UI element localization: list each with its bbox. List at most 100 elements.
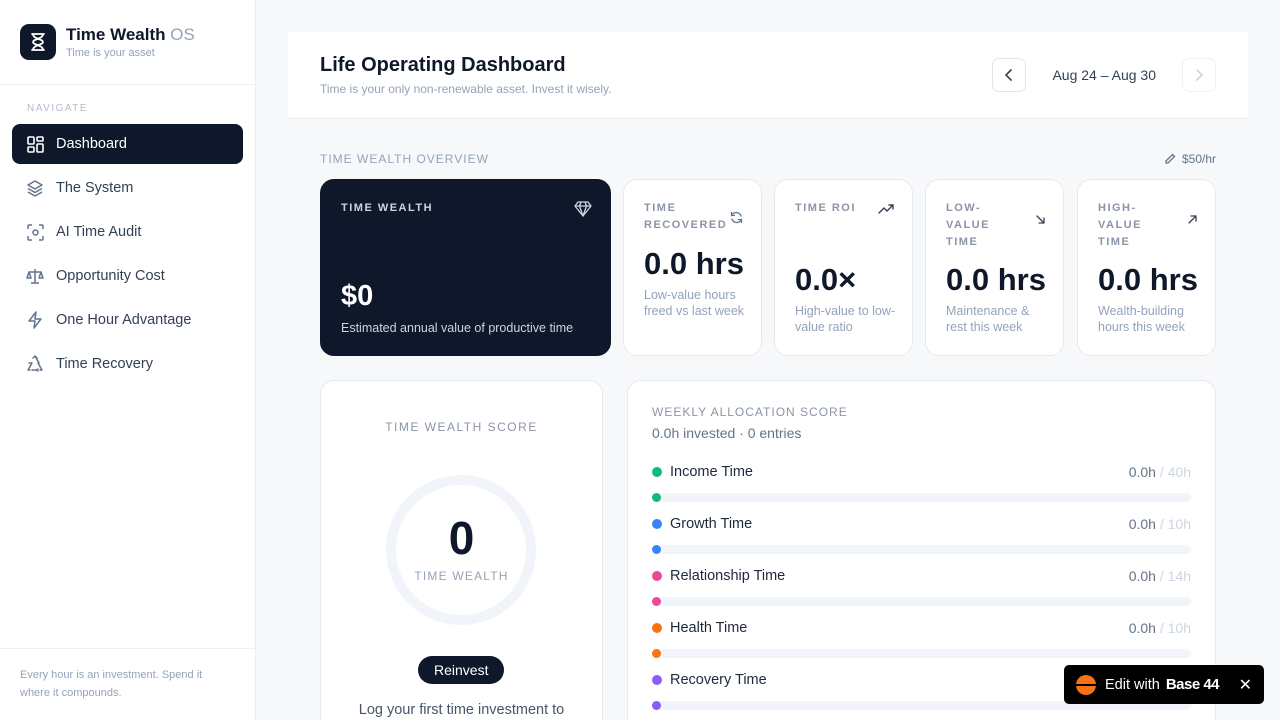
allocation-name: Recovery Time (670, 672, 767, 688)
color-dot (652, 571, 662, 581)
color-dot (652, 623, 662, 633)
sidebar-nav: Dashboard The System AI Time Audit Oppor… (0, 124, 255, 384)
scale-icon (26, 267, 44, 285)
layers-icon (26, 179, 44, 197)
card-description: Maintenance & rest this week (946, 304, 1030, 334)
card-label: TIME WEALTH (341, 202, 434, 214)
allocation-bar (652, 597, 1191, 606)
date-range: Aug 24 – Aug 30 (1052, 67, 1156, 83)
base44-logo-icon (1076, 674, 1096, 695)
chevron-right-icon (1196, 69, 1203, 81)
sidebar-item-time-recovery[interactable]: Time Recovery (12, 344, 243, 384)
page-header: Life Operating Dashboard Time is your on… (288, 32, 1248, 119)
score-title: TIME WEALTH SCORE (385, 420, 538, 434)
brand[interactable]: Time Wealth OS Time is your asset (0, 0, 255, 85)
card-value: 0.0× (795, 262, 857, 297)
card-value: 0.0 hrs (946, 262, 1046, 297)
allocation-goal: / 10h (1155, 620, 1191, 636)
edit-with-base44-badge[interactable]: Edit with Base 44 ✕ (1064, 665, 1264, 704)
allocation-name: Health Time (670, 620, 748, 636)
card-description: Low-value hours freed vs last week (644, 288, 745, 318)
allocation-bar (652, 545, 1191, 554)
recycle-icon (26, 355, 44, 373)
sidebar-item-one-hour-advantage[interactable]: One Hour Advantage (12, 300, 243, 340)
arrow-down-right-icon (1036, 211, 1045, 229)
sidebar-item-ai-time-audit[interactable]: AI Time Audit (12, 212, 243, 252)
card-description: Estimated annual value of productive tim… (341, 321, 574, 335)
allocation-row-income: Income Time 0.0h / 40h (652, 464, 1191, 504)
color-dot (652, 467, 662, 477)
card-value: 0.0 hrs (1098, 262, 1198, 297)
allocation-name: Relationship Time (670, 568, 786, 584)
allocation-name: Income Time (670, 464, 753, 480)
pencil-icon (1165, 153, 1176, 164)
card-label: TIME RECOVERED (644, 202, 728, 231)
card-label: LOW-VALUE TIME (946, 202, 990, 248)
chevron-left-icon (1005, 69, 1013, 81)
scan-icon (26, 223, 44, 241)
card-value: $0 (341, 280, 374, 312)
badge-prefix: Edit with (1105, 676, 1160, 693)
allocation-hours: 0.0h (1128, 568, 1156, 584)
allocation-bar (652, 493, 1191, 502)
sidebar: Time Wealth OS Time is your asset NAVIGA… (0, 0, 256, 720)
badge-brand: Base 44 (1165, 676, 1220, 693)
brand-name: Time Wealth OS (66, 25, 195, 44)
grid-icon (26, 135, 44, 153)
next-week-button[interactable] (1182, 58, 1216, 92)
allocation-name: Growth Time (670, 516, 753, 532)
low-value-time-card: LOW-VALUE TIME 0.0 hrs Maintenance & res… (925, 179, 1064, 356)
allocation-hours: 0.0h (1128, 516, 1156, 532)
brand-tagline: Time is your asset (66, 47, 155, 59)
sidebar-item-opportunity-cost[interactable]: Opportunity Cost (12, 256, 243, 296)
sidebar-item-label: The System (56, 180, 134, 196)
time-recovered-card: TIME RECOVERED 0.0 hrs Low-value hours f… (623, 179, 762, 356)
sidebar-footer: Every hour is an investment. Spend it wh… (0, 648, 255, 720)
sidebar-item-label: Dashboard (56, 136, 127, 152)
card-description: High-value to low-value ratio (795, 304, 896, 334)
score-hint: Log your first time investment to (358, 702, 565, 718)
hourly-rate-edit[interactable]: $50/hr (1164, 152, 1216, 166)
sidebar-item-dashboard[interactable]: Dashboard (12, 124, 243, 164)
hourglass-icon (20, 24, 56, 60)
card-description: Wealth-building hours this week (1098, 304, 1185, 334)
allocation-subtitle: 0.0h invested · 0 entries (652, 425, 802, 441)
close-icon[interactable]: ✕ (1239, 675, 1252, 695)
allocation-row-growth: Growth Time 0.0h / 10h (652, 516, 1191, 556)
main-content: Life Operating Dashboard Time is your on… (256, 0, 1280, 720)
allocation-row-health: Health Time 0.0h / 10h (652, 620, 1191, 660)
date-navigator: Aug 24 – Aug 30 (992, 58, 1216, 92)
sidebar-item-label: Opportunity Cost (56, 268, 165, 284)
time-wealth-score-panel: TIME WEALTH SCORE 0 TIME WEALTH Reinvest… (320, 380, 603, 720)
allocation-goal: / 10h (1155, 516, 1191, 532)
time-roi-card: TIME ROI 0.0× High-value to low-value ra… (774, 179, 913, 356)
high-value-time-card: HIGH-VALUE TIME 0.0 hrs Wealth-building … (1077, 179, 1216, 356)
diamond-icon (574, 201, 592, 222)
card-label: HIGH-VALUE TIME (1098, 202, 1142, 248)
sidebar-item-label: AI Time Audit (56, 224, 142, 240)
reinvest-button[interactable]: Reinvest (418, 656, 505, 684)
zap-icon (26, 311, 44, 329)
card-value: 0.0 hrs (644, 246, 744, 281)
score-unit: TIME WEALTH (414, 569, 509, 583)
arrow-up-right-icon (1188, 211, 1197, 229)
previous-week-button[interactable] (992, 58, 1027, 92)
allocation-hours: 0.0h (1128, 464, 1156, 480)
allocation-bar (652, 649, 1191, 658)
allocation-goal: / 40h (1155, 464, 1191, 480)
allocation-title: WEEKLY ALLOCATION SCORE (652, 405, 848, 419)
color-dot (652, 519, 662, 529)
color-dot (652, 675, 662, 685)
time-wealth-card: TIME WEALTH $0 Estimated annual value of… (320, 179, 611, 356)
allocation-goal: / 14h (1155, 568, 1191, 584)
allocation-row-relationship: Relationship Time 0.0h / 14h (652, 568, 1191, 608)
sidebar-item-label: Time Recovery (56, 356, 153, 372)
nav-heading: NAVIGATE (27, 103, 89, 114)
score-value: 0 (448, 512, 475, 564)
refresh-icon (730, 211, 743, 229)
sidebar-item-the-system[interactable]: The System (12, 168, 243, 208)
overview-label: TIME WEALTH OVERVIEW (320, 152, 489, 166)
trending-up-icon (878, 201, 894, 219)
hourly-rate: $50/hr (1181, 152, 1216, 166)
sidebar-item-label: One Hour Advantage (56, 312, 192, 328)
